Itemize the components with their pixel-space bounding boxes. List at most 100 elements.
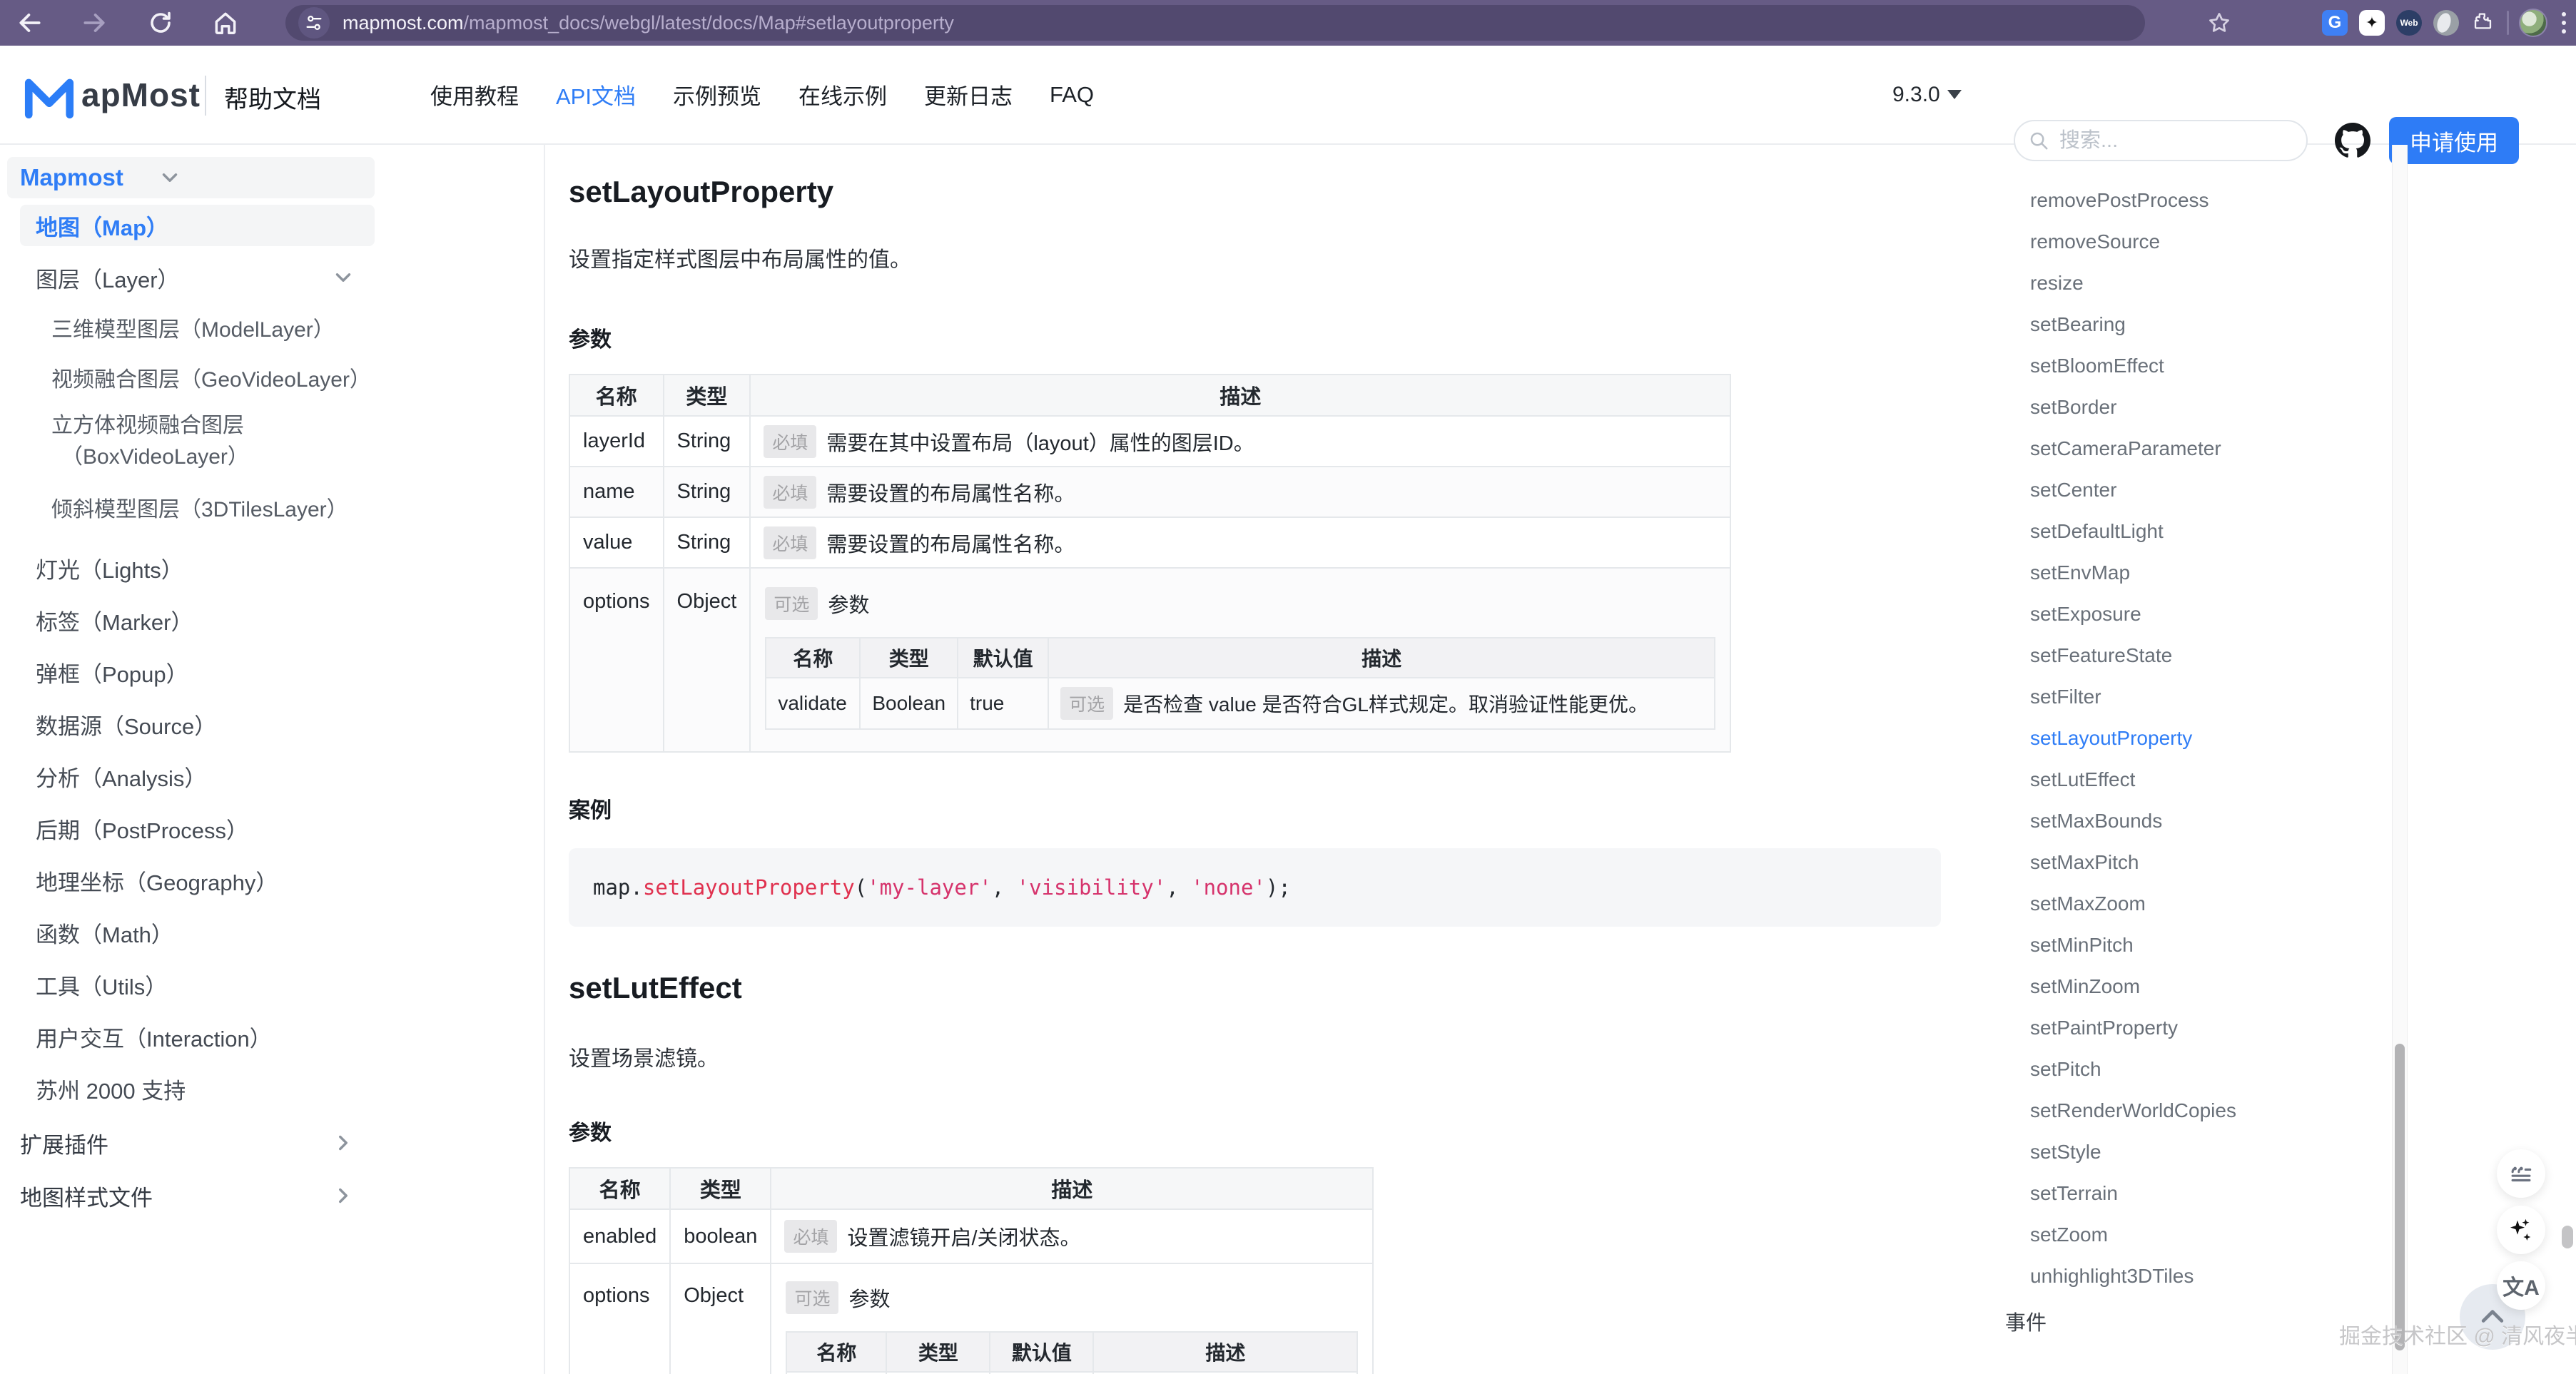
- param-type: boolean: [670, 1209, 771, 1263]
- toc-item[interactable]: resize: [2030, 263, 2084, 304]
- sidebar-item-postprocess[interactable]: 后期（PostProcess）: [0, 803, 542, 854]
- toc-item[interactable]: setMaxBounds: [2030, 800, 2162, 842]
- toc-item[interactable]: setZoom: [2030, 1214, 2108, 1256]
- toc-item[interactable]: setStyle: [2030, 1131, 2101, 1173]
- toc-item[interactable]: setPaintProperty: [2030, 1007, 2178, 1049]
- sidebar-item-boxvideolayer[interactable]: 立方体视频融合图层: [0, 407, 542, 439]
- sidebar-item-geography[interactable]: 地理坐标（Geography）: [0, 855, 542, 906]
- translate-extension-icon[interactable]: G: [2321, 9, 2348, 36]
- col-header-name: 名称: [786, 1332, 886, 1372]
- sidebar-item-lights[interactable]: 灯光（Lights）: [0, 542, 542, 594]
- sidebar-item-layer[interactable]: 图层（Layer）: [0, 257, 542, 298]
- param-name: options: [569, 568, 664, 752]
- sidebar-item-plugins[interactable]: 扩展插件: [0, 1116, 542, 1169]
- toc-item[interactable]: removeSource: [2030, 221, 2160, 263]
- ai-fab-button[interactable]: [2497, 1206, 2545, 1254]
- version-dropdown[interactable]: 9.3.0: [1892, 46, 1962, 143]
- sidebar-item-analysis[interactable]: 分析（Analysis）: [0, 750, 542, 802]
- logo[interactable]: apMost: [21, 71, 201, 118]
- required-badge: 必填: [764, 425, 816, 458]
- sidebar-item-modellayer[interactable]: 三维模型图层（ModelLayer）: [0, 302, 542, 352]
- site-header: apMost 帮助文档 使用教程 API文档 示例预览 在线示例 更新日志 FA…: [0, 46, 2576, 145]
- sidebar-item-marker[interactable]: 标签（Marker）: [0, 594, 542, 646]
- url-bar[interactable]: mapmost.com/mapmost_docs/webgl/latest/do…: [285, 5, 2145, 41]
- back-arrow-icon: [16, 9, 44, 36]
- main-nav: 使用教程 API文档 示例预览 在线示例 更新日志 FAQ: [430, 46, 1094, 143]
- bookmark-button[interactable]: [2205, 9, 2233, 37]
- params-table: 名称 类型 描述 layerId String 必填需要在其中设置布局（layo…: [569, 374, 1731, 753]
- apply-use-button[interactable]: 申请使用: [2389, 117, 2519, 164]
- table-row: options Object 可选参数 名称 类型 默认值 描述 validat…: [569, 568, 1730, 752]
- sidebar-item-math[interactable]: 函数（Math）: [0, 907, 542, 958]
- url-host: mapmost.com: [343, 12, 464, 34]
- sidebar-item-source[interactable]: 数据源（Source）: [0, 698, 542, 750]
- toc-item[interactable]: unhighlight3DTiles: [2030, 1256, 2194, 1297]
- code-token: .: [630, 875, 642, 900]
- sparkle-extension-icon[interactable]: ✦: [2358, 9, 2385, 36]
- col-header-desc: 描述: [1093, 1332, 1357, 1372]
- sidebar-item-map[interactable]: 地图（Map）: [20, 205, 375, 246]
- toc-item[interactable]: removePostProcess: [2030, 180, 2209, 221]
- sidebar-item-popup[interactable]: 弹框（Popup）: [0, 646, 542, 698]
- col-header-type: 类型: [886, 1332, 990, 1372]
- toc-item[interactable]: setExposure: [2030, 594, 2141, 635]
- toc-item[interactable]: setCenter: [2030, 469, 2116, 511]
- nav-example-preview[interactable]: 示例预览: [673, 78, 761, 111]
- sidebar-item-boxvideolayer-line2[interactable]: （BoxVideoLayer）: [0, 439, 542, 470]
- extensions-puzzle-icon[interactable]: [2470, 9, 2497, 36]
- nested-params-table: 名称 类型 默认值 描述 lut String 必填滤镜资源的url地址: [786, 1331, 1358, 1374]
- param-name: enabled: [569, 1209, 670, 1263]
- code-token: 'none': [1191, 875, 1266, 900]
- code-token: setLayoutProperty: [643, 875, 855, 900]
- back-button[interactable]: [16, 9, 44, 37]
- toc-item[interactable]: setMaxZoom: [2030, 883, 2146, 925]
- toc-item[interactable]: setDefaultLight: [2030, 511, 2164, 552]
- nav-api-docs[interactable]: API文档: [556, 78, 636, 111]
- profile-avatar[interactable]: [2519, 9, 2547, 37]
- forward-button[interactable]: [80, 9, 108, 37]
- toc-item[interactable]: setRenderWorldCopies: [2030, 1090, 2236, 1131]
- sidebar-item-3dtileslayer[interactable]: 倾斜模型图层（3DTilesLayer）: [0, 482, 542, 532]
- translate-fab-button[interactable]: 文A: [2497, 1261, 2545, 1310]
- sidebar-item-geovideolayer[interactable]: 视频融合图层（GeoVideoLayer）: [0, 352, 542, 402]
- toc-item[interactable]: setMaxPitch: [2030, 842, 2139, 883]
- toc-item-active[interactable]: setLayoutProperty: [2030, 718, 2192, 759]
- code-token: 'visibility': [1017, 875, 1167, 900]
- doc-title: 帮助文档: [224, 80, 321, 115]
- content-scrollbar-thumb[interactable]: [2395, 1044, 2405, 1350]
- home-button[interactable]: [211, 9, 240, 37]
- summary-fab-button[interactable]: [2497, 1149, 2545, 1198]
- nav-faq[interactable]: FAQ: [1050, 82, 1094, 108]
- tune-icon: [304, 13, 324, 33]
- sidebar-item-utils[interactable]: 工具（Utils）: [0, 959, 542, 1010]
- nav-tutorial[interactable]: 使用教程: [430, 78, 519, 111]
- toc-item[interactable]: setBearing: [2030, 304, 2126, 345]
- param-type: String: [664, 467, 751, 517]
- toc-item[interactable]: setFilter: [2030, 676, 2101, 718]
- toc-item[interactable]: setMinZoom: [2030, 966, 2140, 1007]
- toc-item[interactable]: setCameraParameter: [2030, 428, 2221, 469]
- nav-changelog[interactable]: 更新日志: [924, 78, 1013, 111]
- sidebar-item-map-style-file[interactable]: 地图样式文件: [0, 1169, 542, 1222]
- site-settings-chip[interactable]: [298, 7, 330, 39]
- toc-item[interactable]: setEnvMap: [2030, 552, 2130, 594]
- sidebar-item-mapmost[interactable]: Mapmost: [7, 157, 375, 198]
- browser-menu-button[interactable]: [2557, 12, 2570, 34]
- toc-item[interactable]: setBorder: [2030, 387, 2116, 428]
- sidebar-item-interaction[interactable]: 用户交互（Interaction）: [0, 1011, 542, 1062]
- toc-item[interactable]: setLutEffect: [2030, 759, 2135, 800]
- sidebar-item-suzhou2000[interactable]: 苏州 2000 支持: [0, 1063, 542, 1114]
- toc-section-events[interactable]: 事件: [2005, 1306, 2047, 1336]
- gray-extension-icon[interactable]: [2433, 9, 2460, 36]
- reload-button[interactable]: [146, 9, 175, 37]
- webchatgpt-extension-icon[interactable]: Web: [2395, 9, 2423, 36]
- toc-item[interactable]: setMinPitch: [2030, 925, 2134, 966]
- nav-online-examples[interactable]: 在线示例: [798, 78, 887, 111]
- toc-item[interactable]: setFeatureState: [2030, 635, 2172, 676]
- toc-item[interactable]: setPitch: [2030, 1049, 2101, 1090]
- window-scrollbar-thumb[interactable]: [2562, 1226, 2573, 1248]
- toc-item[interactable]: setTerrain: [2030, 1173, 2118, 1214]
- param-desc: 需要设置的布局属性名称。: [826, 483, 1075, 506]
- toc-item[interactable]: setBloomEffect: [2030, 345, 2164, 387]
- star-icon: [2206, 10, 2232, 36]
